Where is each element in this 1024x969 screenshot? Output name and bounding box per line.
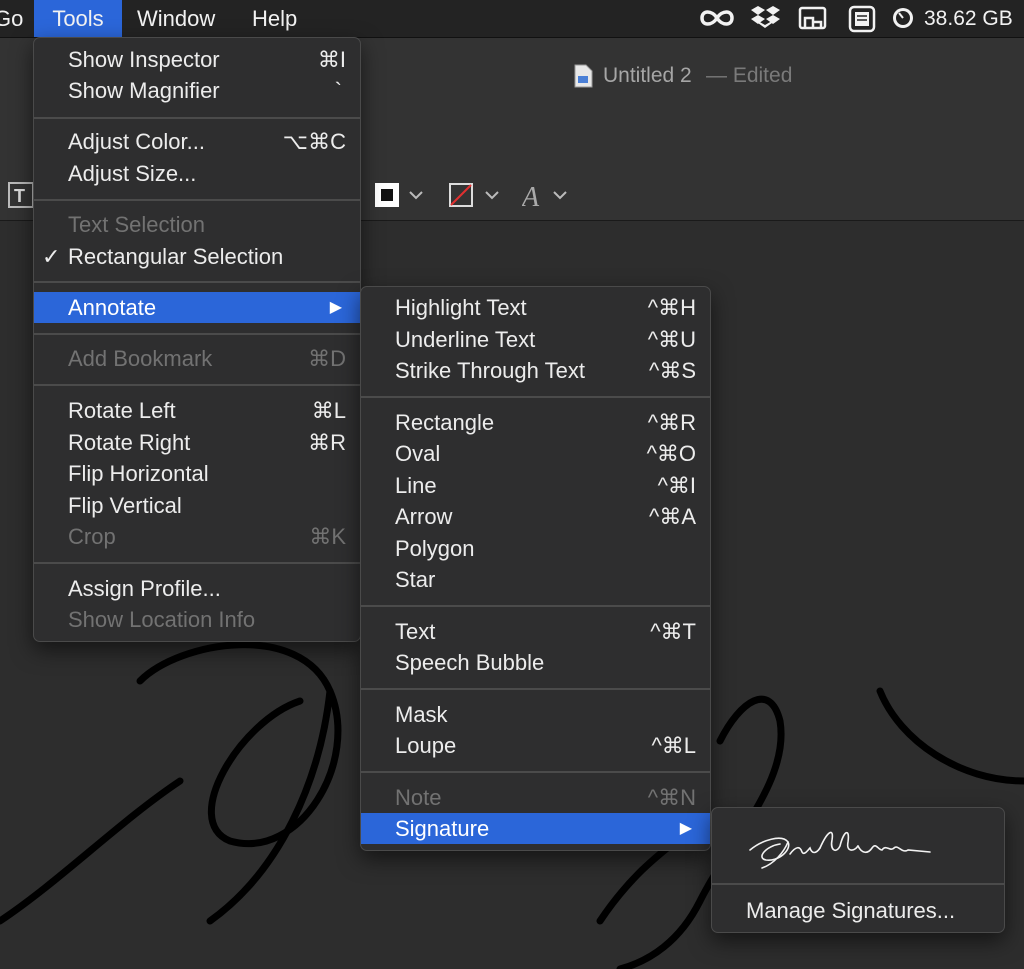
menu-item-rotate-left[interactable]: Rotate Left ⌘L: [34, 395, 360, 426]
menu-item-crop: Crop ⌘K: [68, 524, 346, 549]
menu-item-show-location-info: Show Location Info: [68, 607, 256, 632]
disk-free-label: 38.62 GB: [924, 7, 1013, 30]
svg-text:A: A: [522, 182, 540, 210]
menu-item-add-bookmark: Add Bookmark ⌘D: [68, 346, 346, 371]
menu-item-mask[interactable]: Mask: [361, 699, 710, 730]
menu-separator: [361, 771, 710, 773]
document-icon: [574, 64, 593, 88]
shape-style-icon[interactable]: [374, 182, 426, 208]
menu-item-show-inspector[interactable]: Show Inspector ⌘I: [34, 44, 360, 75]
menu-separator: [712, 883, 1004, 885]
menu-item-adjust-color[interactable]: Adjust Color... ⌥⌘C: [34, 126, 360, 157]
menu-item-flip-vertical[interactable]: Flip Vertical: [34, 490, 360, 521]
menu-item-loupe[interactable]: Loupe ^⌘L: [361, 730, 710, 761]
menu-item-strike-through-text[interactable]: Strike Through Text ^⌘S: [361, 355, 710, 386]
menu-item-highlight-text[interactable]: Highlight Text ^⌘H: [361, 292, 710, 323]
border-color-icon[interactable]: [448, 182, 502, 208]
submenu-arrow-icon: ▶: [329, 299, 342, 316]
menu-item-flip-horizontal[interactable]: Flip Horizontal: [34, 458, 360, 489]
menu-item-rotate-right[interactable]: Rotate Right ⌘R: [34, 427, 360, 458]
menu-tools[interactable]: Tools: [34, 0, 122, 37]
menu-separator: [361, 688, 710, 690]
menu-separator: [34, 333, 360, 335]
submenu-arrow-icon: ▶: [679, 820, 692, 837]
text-tool-icon[interactable]: T: [8, 182, 34, 208]
signature-submenu: Manage Signatures...: [711, 807, 1005, 933]
clipboard-icon[interactable]: [846, 0, 878, 37]
menu-item-polygon[interactable]: Polygon: [361, 533, 710, 564]
menu-separator: [34, 384, 360, 386]
menu-item-star[interactable]: Star: [361, 564, 710, 595]
menu-separator: [34, 281, 360, 283]
infinity-icon[interactable]: [698, 0, 736, 37]
menu-item-note: Note ^⌘N: [395, 785, 696, 810]
menu-item-speech-bubble[interactable]: Speech Bubble: [361, 647, 710, 678]
cast-icon[interactable]: [797, 0, 829, 37]
menu-item-assign-profile[interactable]: Assign Profile...: [34, 573, 360, 604]
menu-separator: [361, 605, 710, 607]
saved-signature-thumbnail[interactable]: [744, 820, 939, 872]
menu-separator: [34, 117, 360, 119]
menu-item-line[interactable]: Line ^⌘I: [361, 470, 710, 501]
text-style-icon[interactable]: A: [522, 180, 572, 210]
menu-item-manage-signatures[interactable]: Manage Signatures...: [712, 895, 1004, 926]
menu-help[interactable]: Help: [252, 0, 297, 37]
menu-item-text-selection: Text Selection: [68, 212, 205, 237]
menu-item-show-magnifier[interactable]: Show Magnifier `: [34, 75, 360, 106]
menu-item-text[interactable]: Text ^⌘T: [361, 616, 710, 647]
menu-item-oval[interactable]: Oval ^⌘O: [361, 438, 710, 469]
menu-separator: [34, 199, 360, 201]
menu-window[interactable]: Window: [137, 0, 215, 37]
window-edited-status: — Edited: [706, 64, 793, 87]
disk-gauge-icon[interactable]: [890, 0, 918, 37]
dropbox-icon[interactable]: [750, 0, 782, 37]
checkmark-icon: ✓: [42, 244, 61, 269]
menu-bar: Go Tools Window Help 38.62 GB: [0, 0, 1024, 38]
menu-item-rectangle[interactable]: Rectangle ^⌘R: [361, 407, 710, 438]
menu-item-underline-text[interactable]: Underline Text ^⌘U: [361, 324, 710, 355]
menu-item-rectangular-selection[interactable]: ✓ Rectangular Selection: [34, 241, 360, 272]
window-title: Untitled 2: [603, 64, 692, 87]
menu-item-arrow[interactable]: Arrow ^⌘A: [361, 501, 710, 532]
menu-separator: [34, 562, 360, 564]
menu-item-adjust-size[interactable]: Adjust Size...: [34, 158, 360, 189]
menu-item-signature[interactable]: Signature ▶: [361, 813, 710, 844]
svg-text:T: T: [14, 186, 25, 206]
menu-separator: [361, 396, 710, 398]
menu-item-annotate[interactable]: Annotate ▶: [34, 292, 360, 323]
annotate-submenu: Highlight Text ^⌘H Underline Text ^⌘U Stri…: [360, 286, 711, 851]
menu-go[interactable]: Go: [0, 0, 32, 37]
tools-menu: Show Inspector ⌘I Show Magnifier ` Adjust …: [33, 37, 361, 642]
